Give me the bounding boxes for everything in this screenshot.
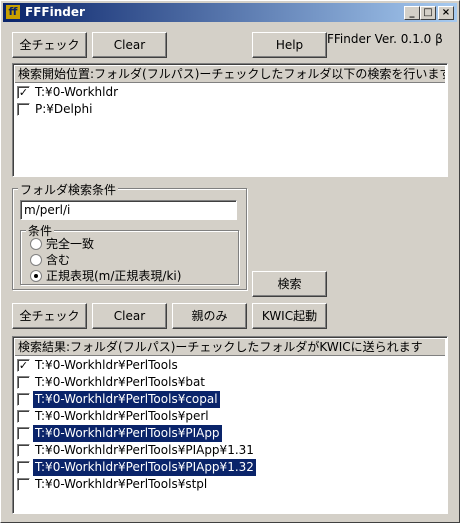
pattern-input[interactable]: m/perl/i (20, 200, 237, 220)
app-logo-icon: ff (6, 5, 20, 19)
window-title: FFFinder (25, 5, 85, 19)
list-item[interactable]: T:¥0-Workhldr¥PerlTools¥bat (17, 374, 437, 391)
checkbox[interactable] (17, 444, 30, 457)
list-item[interactable]: T:¥0-Workhldr¥PerlTools¥perl (17, 408, 437, 425)
match-option-radio[interactable]: 完全一致 (30, 236, 230, 252)
match-option-radio[interactable]: 含む (30, 252, 230, 268)
checkbox[interactable] (17, 393, 30, 406)
list-item[interactable]: T:¥0-Workhldr¥PerlTools¥PIApp¥1.32 (17, 459, 437, 476)
radio-dot[interactable] (30, 254, 42, 266)
radio-label: 正規表現(m/正規表現/ki) (46, 269, 182, 283)
main-window: ff FFFinder _ □ × 全チェック Clear Help FFind… (0, 0, 460, 523)
list-item-label[interactable]: T:¥0-Workhldr¥PerlTools (33, 357, 180, 374)
result-clear-button[interactable]: Clear (92, 303, 167, 329)
radio-dot[interactable] (30, 270, 42, 282)
list-item-label[interactable]: T:¥0-Workhldr (33, 84, 120, 101)
list-item-label[interactable]: T:¥0-Workhldr¥PerlTools¥stpl (33, 476, 209, 493)
list-item-label[interactable]: P:¥Delphi (33, 101, 94, 118)
result-folder-list[interactable]: 検索結果:フォルダ(フルパス)ーチェックしたフォルダがKWICに送られます ✓ T… (12, 336, 448, 514)
list-item[interactable]: ✓ T:¥0-Workhldr (17, 84, 437, 101)
result-check-all-button[interactable]: 全チェック (12, 303, 87, 329)
parent-only-button[interactable]: 親のみ (172, 303, 247, 329)
checkbox[interactable] (17, 410, 30, 423)
list-item-label[interactable]: T:¥0-Workhldr¥PerlTools¥perl (33, 408, 211, 425)
checkbox[interactable] (17, 478, 30, 491)
list-item-label[interactable]: T:¥0-Workhldr¥PerlTools¥bat (33, 374, 207, 391)
clear-button[interactable]: Clear (92, 32, 167, 58)
list-item-label[interactable]: T:¥0-Workhldr¥PerlTools¥copal (33, 391, 220, 408)
version-label: FFinder Ver. 0.1.0 β (327, 32, 443, 46)
minimize-button[interactable]: _ (404, 6, 420, 20)
checkbox[interactable] (17, 461, 30, 474)
checkbox[interactable] (17, 103, 30, 116)
maximize-button[interactable]: □ (420, 6, 436, 20)
close-button[interactable]: × (438, 6, 454, 20)
list-item[interactable]: T:¥0-Workhldr¥PerlTools¥copal (17, 391, 437, 408)
title-bar[interactable]: ff FFFinder _ □ × (3, 3, 457, 22)
checkbox[interactable]: ✓ (17, 86, 30, 99)
list-item-label[interactable]: T:¥0-Workhldr¥PerlTools¥PIApp¥1.32 (33, 459, 256, 476)
result-list-header: 検索結果:フォルダ(フルパス)ーチェックしたフォルダがKWICに送られます (15, 339, 445, 356)
radio-dot[interactable] (30, 238, 42, 250)
list-item[interactable]: T:¥0-Workhldr¥PerlTools¥stpl (17, 476, 437, 493)
folder-condition-title: フォルダ検索条件 (18, 181, 119, 198)
check-all-button[interactable]: 全チェック (12, 32, 87, 58)
search-button[interactable]: 検索 (252, 271, 327, 297)
start-list-header: 検索開始位置:フォルダ(フルパス)ーチェックしたフォルダ以下の検索を行います (15, 66, 445, 83)
checkbox[interactable] (17, 376, 30, 389)
help-button[interactable]: Help (252, 32, 327, 58)
list-item-label[interactable]: T:¥0-Workhldr¥PerlTools¥PIApp (33, 425, 222, 442)
kwic-launch-button[interactable]: KWIC起動 (252, 303, 327, 329)
list-item[interactable]: T:¥0-Workhldr¥PerlTools¥PIApp (17, 425, 437, 442)
list-item[interactable]: P:¥Delphi (17, 101, 437, 118)
checkbox[interactable]: ✓ (17, 359, 30, 372)
list-item-label[interactable]: T:¥0-Workhldr¥PerlTools¥PIApp¥1.31 (33, 442, 256, 459)
start-folder-list[interactable]: 検索開始位置:フォルダ(フルパス)ーチェックしたフォルダ以下の検索を行います ✓… (12, 63, 448, 177)
checkbox[interactable] (17, 427, 30, 440)
radio-label: 完全一致 (46, 237, 95, 251)
list-item[interactable]: T:¥0-Workhldr¥PerlTools¥PIApp¥1.31 (17, 442, 437, 459)
list-item[interactable]: ✓ T:¥0-Workhldr¥PerlTools (17, 357, 437, 374)
match-option-radio[interactable]: 正規表現(m/正規表現/ki) (30, 268, 230, 284)
radio-label: 含む (46, 253, 71, 267)
